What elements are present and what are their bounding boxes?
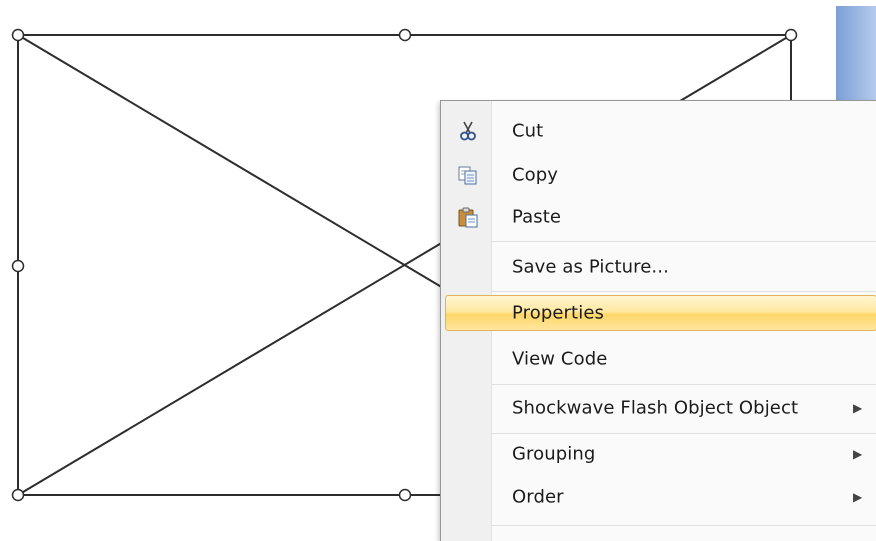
menu-item-label: Order <box>512 486 564 508</box>
menu-item-paste[interactable]: Paste <box>441 197 876 237</box>
menu-item-order[interactable]: Order ▶ <box>441 477 876 517</box>
menu-item-cut[interactable]: Cut <box>441 111 876 151</box>
resize-handle-left <box>11 259 25 273</box>
submenu-arrow-icon: ▶ <box>853 401 863 415</box>
resize-handle-bottom <box>398 488 412 502</box>
menu-separator <box>491 525 876 526</box>
menu-item-label: Grouping <box>512 443 596 465</box>
menu-item-grouping[interactable]: Grouping ▶ <box>441 434 876 474</box>
menu-item-label: Paste <box>512 206 562 228</box>
submenu-arrow-icon: ▶ <box>853 490 863 504</box>
menu-item-label: Copy <box>512 164 559 186</box>
background-window-edge <box>836 6 876 106</box>
menu-separator <box>491 384 876 385</box>
scissors-icon <box>457 120 479 142</box>
menu-item-shockwave-flash-object[interactable]: Shockwave Flash Object Object ▶ <box>441 388 876 428</box>
menu-separator <box>491 291 876 292</box>
paste-icon <box>457 206 479 228</box>
menu-item-label: Cut <box>512 120 544 142</box>
resize-handle-top-right <box>784 28 798 42</box>
resize-handle-top <box>398 28 412 42</box>
copy-icon <box>457 164 479 186</box>
menu-item-label: Save as Picture... <box>512 256 669 278</box>
menu-item-save-as-picture[interactable]: Save as Picture... <box>441 247 876 287</box>
menu-item-properties[interactable]: Properties <box>441 293 876 333</box>
menu-item-label: Shockwave Flash Object Object <box>512 397 799 419</box>
submenu-arrow-icon: ▶ <box>853 447 863 461</box>
context-menu: Cut Copy Paste Save as Picture... Proper… <box>440 100 876 541</box>
menu-item-label: Properties <box>512 302 604 324</box>
menu-item-copy[interactable]: Copy <box>441 155 876 195</box>
menu-item-highlight <box>445 295 876 331</box>
resize-handle-top-left <box>11 28 25 42</box>
resize-handle-bottom-left <box>11 488 25 502</box>
menu-item-view-code[interactable]: View Code <box>441 339 876 379</box>
menu-separator <box>491 241 876 242</box>
menu-item-label: View Code <box>512 348 608 370</box>
